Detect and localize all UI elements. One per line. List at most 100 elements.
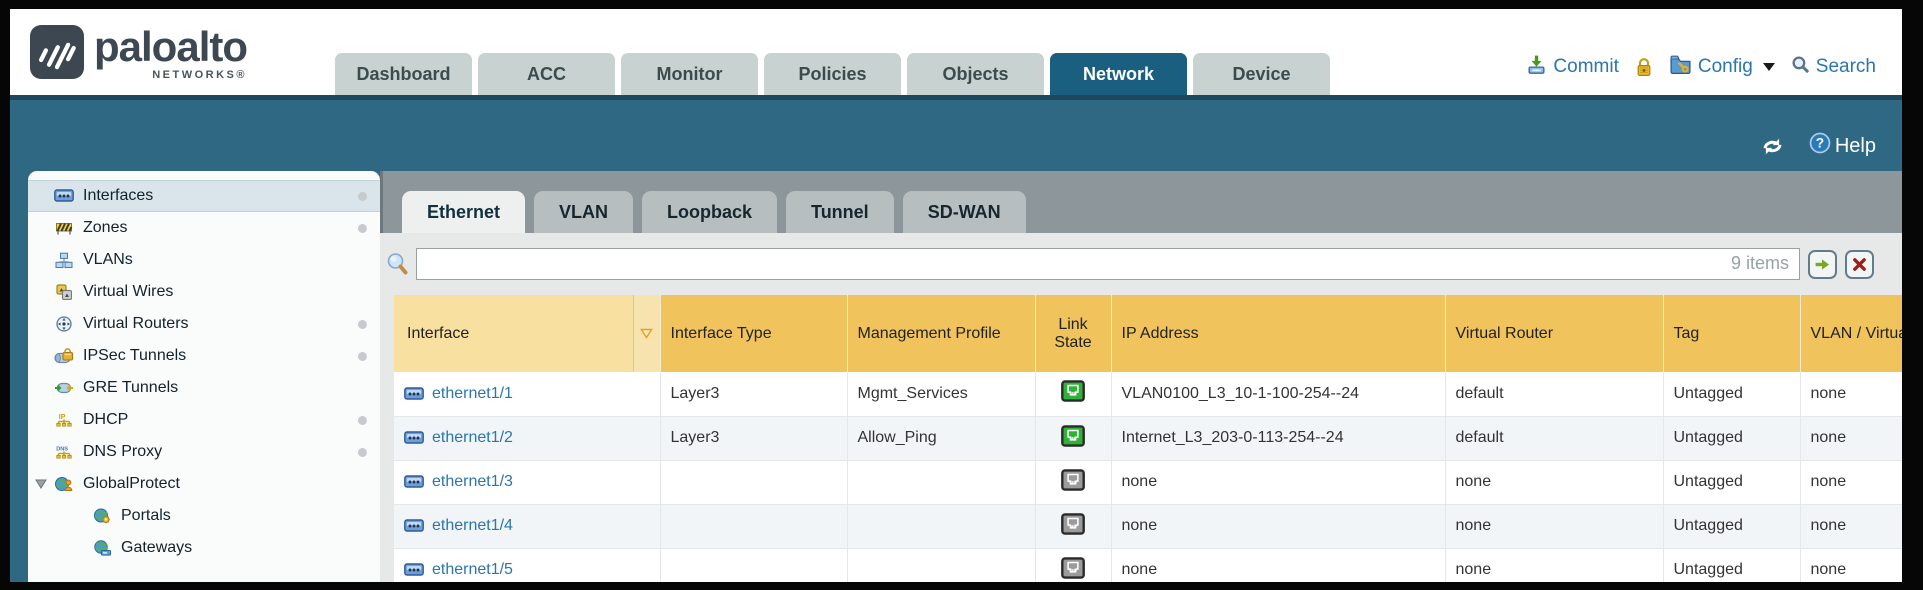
main-panel: EthernetVLANLoopbackTunnelSD-WAN 9 items — [380, 171, 1902, 582]
tab-policies[interactable]: Policies — [764, 53, 901, 95]
cell-interface: ethernet1/1 — [394, 372, 660, 416]
dns-proxy-icon: DNS — [53, 444, 74, 460]
item-dot — [358, 192, 367, 201]
subtab-sd-wan[interactable]: SD-WAN — [903, 191, 1026, 233]
gre-tunnels-icon — [53, 381, 74, 395]
commit-icon — [1526, 54, 1547, 81]
item-dot — [358, 448, 367, 457]
interface-icon — [404, 563, 424, 577]
interface-link[interactable]: ethernet1/2 — [404, 429, 650, 447]
cell-interface-type: Layer3 — [660, 372, 847, 416]
interface-link[interactable]: ethernet1/1 — [404, 385, 650, 403]
tab-dashboard[interactable]: Dashboard — [335, 53, 472, 95]
refresh-icon[interactable] — [1760, 136, 1785, 157]
sidebar-item-dns-proxy[interactable]: DNSDNS Proxy — [28, 436, 380, 468]
cell-vlan-virtual-wire: none — [1800, 372, 1902, 416]
globalprotect-icon — [53, 476, 74, 492]
tab-objects[interactable]: Objects — [907, 53, 1044, 95]
apply-filter-button[interactable] — [1808, 250, 1837, 279]
cell-interface-type — [660, 504, 847, 548]
sidebar-item-label: IPSec Tunnels — [83, 347, 186, 365]
interface-name: ethernet1/1 — [432, 385, 513, 403]
interface-name: ethernet1/3 — [432, 473, 513, 491]
column-header-management-profile[interactable]: Management Profile — [847, 295, 1035, 372]
commit-label: Commit — [1553, 56, 1618, 78]
filter-input[interactable] — [416, 248, 1800, 280]
search-button[interactable]: Search — [1791, 55, 1876, 80]
sidebar-item-dhcp[interactable]: IPDHCP — [28, 404, 380, 436]
brand-subtitle: NETWORKS® — [152, 69, 247, 81]
expander-down-icon[interactable] — [35, 479, 47, 489]
sidebar-item-globalprotect[interactable]: GlobalProtect — [28, 468, 380, 500]
sidebar-item-portals[interactable]: Portals — [28, 500, 380, 532]
commit-button[interactable]: Commit — [1526, 54, 1618, 81]
tab-device[interactable]: Device — [1193, 53, 1330, 95]
tab-acc[interactable]: ACC — [478, 53, 615, 95]
subtab-tunnel[interactable]: Tunnel — [786, 191, 894, 233]
interface-link[interactable]: ethernet1/3 — [404, 473, 650, 491]
cell-interface-type: Layer3 — [660, 416, 847, 460]
cell-link-state — [1035, 548, 1111, 582]
cell-ip-address: Internet_L3_203-0-113-254--24 — [1111, 416, 1445, 460]
help-button[interactable]: ? Help — [1809, 132, 1876, 160]
cell-management-profile — [847, 504, 1035, 548]
subtab-ethernet[interactable]: Ethernet — [402, 191, 525, 233]
tab-monitor[interactable]: Monitor — [621, 53, 758, 95]
sidebar-item-label: GRE Tunnels — [83, 379, 178, 397]
interface-link[interactable]: ethernet1/5 — [404, 561, 650, 579]
search-label: Search — [1816, 56, 1876, 78]
search-icon — [1791, 55, 1810, 80]
column-header-interface[interactable]: Interface — [394, 295, 660, 372]
ipsec-tunnels-icon — [53, 348, 74, 364]
cell-ip-address: none — [1111, 504, 1445, 548]
sidebar-item-label: VLANs — [83, 251, 133, 269]
app-window: paloalto NETWORKS® DashboardACCMonitorPo… — [10, 9, 1902, 582]
vlans-icon — [53, 252, 74, 268]
cell-vlan-virtual-wire: none — [1800, 460, 1902, 504]
interface-link[interactable]: ethernet1/4 — [404, 517, 650, 535]
column-header-link-state[interactable]: Link State — [1035, 295, 1111, 372]
sidebar-item-virtual-routers[interactable]: Virtual Routers — [28, 308, 380, 340]
sidebar-item-gre-tunnels[interactable]: GRE Tunnels — [28, 372, 380, 404]
interfaces-icon — [53, 189, 74, 203]
cell-tag: Untagged — [1663, 372, 1800, 416]
sidebar-item-ipsec-tunnels[interactable]: IPSec Tunnels — [28, 340, 380, 372]
cell-virtual-router: none — [1445, 504, 1663, 548]
cell-management-profile: Allow_Ping — [847, 416, 1035, 460]
cell-virtual-router: default — [1445, 372, 1663, 416]
sidebar-item-gateways[interactable]: Gateways — [28, 532, 380, 564]
content-panel: 9 items InterfaceInte — [380, 233, 1902, 582]
interface-icon — [404, 475, 424, 489]
sort-dropdown-icon — [640, 328, 653, 339]
column-sort-button[interactable] — [633, 295, 660, 372]
sidebar-item-vlans[interactable]: VLANs — [28, 244, 380, 276]
subtab-vlan[interactable]: VLAN — [534, 191, 633, 233]
cell-interface-type — [660, 460, 847, 504]
gateways-icon — [91, 540, 112, 556]
tab-network[interactable]: Network — [1050, 53, 1187, 95]
cell-tag: Untagged — [1663, 460, 1800, 504]
top-actions: Commit Config Search — [1516, 9, 1902, 95]
brand-logo: paloalto NETWORKS® — [10, 9, 247, 95]
cell-tag: Untagged — [1663, 548, 1800, 582]
sidebar-item-virtual-wires[interactable]: Virtual Wires — [28, 276, 380, 308]
brand-name: paloalto — [94, 27, 247, 67]
portals-icon — [91, 508, 112, 524]
sidebar: InterfacesZones VLANs Virtual WiresVirtual… — [28, 171, 380, 582]
item-dot — [358, 320, 367, 329]
column-header-tag[interactable]: Tag — [1663, 295, 1800, 372]
column-header-vlan-virtual-wire[interactable]: VLAN / Virtual Wire — [1800, 295, 1902, 372]
sidebar-item-zones[interactable]: Zones — [28, 212, 380, 244]
subtab-loopback[interactable]: Loopback — [642, 191, 777, 233]
sidebar-item-interfaces[interactable]: Interfaces — [28, 180, 380, 212]
lock-icon[interactable] — [1635, 57, 1653, 77]
column-header-label: Interface — [394, 325, 633, 343]
column-header-virtual-router[interactable]: Virtual Router — [1445, 295, 1663, 372]
clear-filter-button[interactable] — [1845, 250, 1874, 279]
column-header-ip-address[interactable]: IP Address — [1111, 295, 1445, 372]
clear-x-icon — [1852, 257, 1867, 272]
link-state-down-icon — [1061, 469, 1085, 491]
column-header-interface-type[interactable]: Interface Type — [660, 295, 847, 372]
config-menu[interactable]: Config — [1669, 54, 1775, 81]
cell-link-state — [1035, 372, 1111, 416]
